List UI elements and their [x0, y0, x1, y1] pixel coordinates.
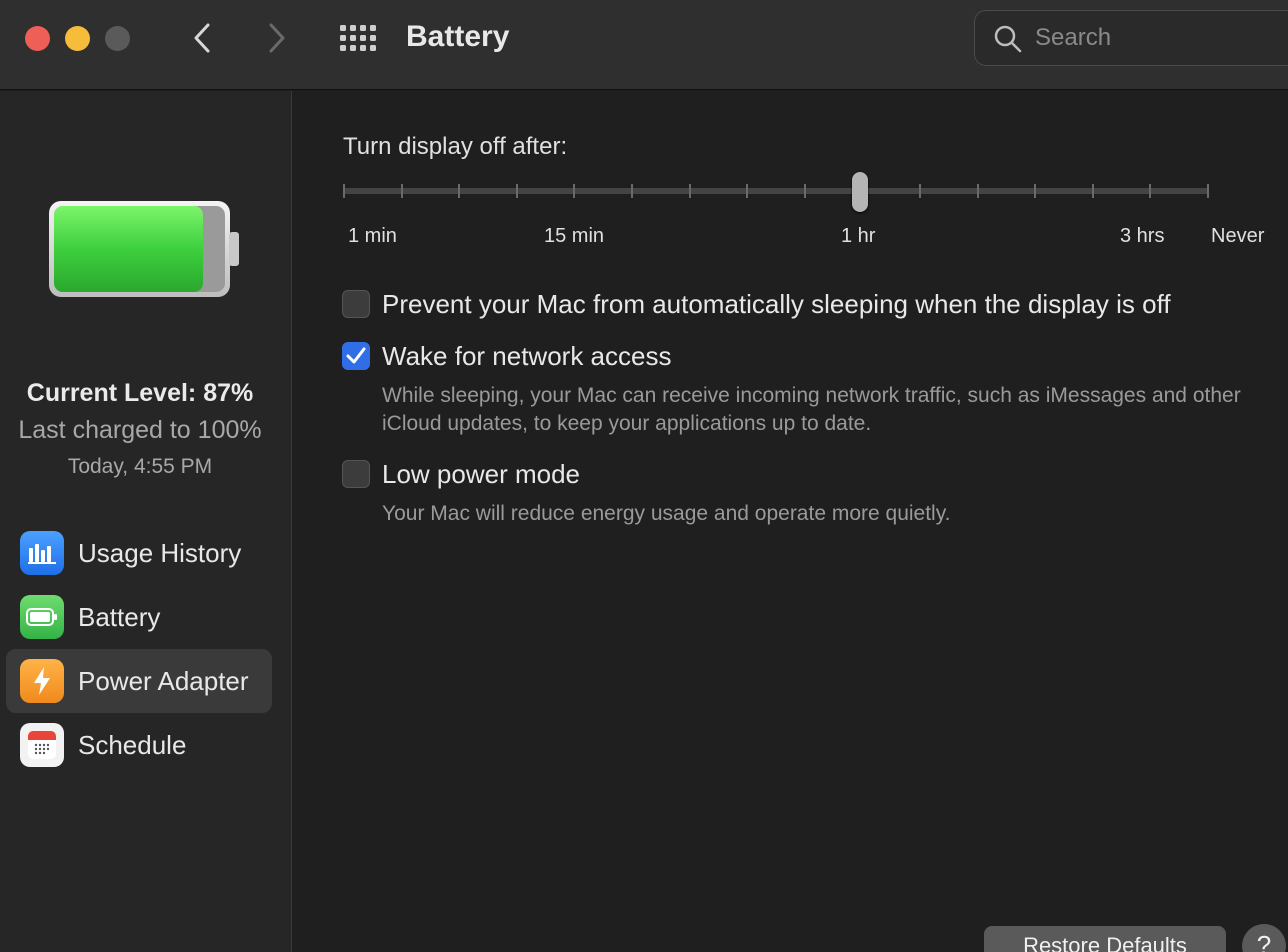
slider-tick: [919, 184, 921, 198]
tick-label-3-hrs: 3 hrs: [1120, 225, 1165, 247]
low-power-description: Your Mac will reduce energy usage and op…: [382, 502, 951, 525]
slider-tick: [400, 184, 403, 198]
close-icon[interactable]: [25, 26, 50, 51]
help-button[interactable]: ?: [1242, 924, 1286, 952]
prevent-sleep-checkbox[interactable]: [342, 290, 370, 318]
search-input[interactable]: [1035, 23, 1285, 53]
slider-tick: [688, 184, 691, 198]
last-charged-time: Today, 4:55 PM: [67, 455, 213, 478]
sidebar-item-power-adapter[interactable]: Power Adapter: [6, 649, 272, 713]
battery-icon: [20, 595, 64, 639]
sidebar: Current Level: 87% Last charged to 100% …: [0, 91, 292, 952]
forward-button[interactable]: [257, 20, 297, 56]
sidebar-item-label: Battery: [78, 601, 161, 632]
slider-tick: [976, 184, 979, 198]
sidebar-item-label: Usage History: [78, 537, 242, 568]
sidebar-item-label: Schedule: [78, 729, 187, 760]
tick-label-15-min: 15 min: [544, 225, 605, 247]
show-all-button[interactable]: [338, 23, 378, 53]
window-title: Battery: [406, 20, 510, 53]
back-button[interactable]: [182, 20, 222, 56]
search-field[interactable]: [974, 10, 1288, 66]
slider-tick: [1207, 184, 1209, 198]
title-bar: Battery: [0, 0, 1288, 90]
chevron-left-icon: [194, 23, 210, 53]
slider-tick: [343, 184, 345, 198]
slider-tick: [1149, 184, 1152, 198]
slider-tick: [515, 184, 518, 198]
slider-tick: [458, 184, 461, 198]
minimize-icon[interactable]: [65, 26, 90, 51]
checkmark-icon: [346, 347, 366, 364]
low-power-label: Low power mode: [382, 459, 580, 489]
search-icon: [994, 25, 1022, 53]
sidebar-item-battery[interactable]: Battery: [6, 585, 272, 649]
slider-tick: [1034, 184, 1037, 198]
tick-label-1-min: 1 min: [348, 225, 397, 247]
zoom-icon[interactable]: [105, 26, 130, 51]
bar-chart-icon: [20, 531, 64, 575]
slider-tick: [631, 184, 633, 198]
lightning-icon: [20, 659, 64, 703]
last-charged: Last charged to 100%: [18, 416, 262, 444]
slider-tick: [1091, 184, 1094, 198]
low-power-checkbox[interactable]: [342, 460, 370, 488]
display-off-slider-thumb[interactable]: [852, 172, 868, 212]
slider-tick: [803, 184, 806, 198]
tick-label-never: Never: [1211, 225, 1265, 247]
wake-network-checkbox[interactable]: [342, 342, 370, 370]
sidebar-item-usage-history[interactable]: Usage History: [6, 521, 272, 585]
display-off-slider-label: Turn display off after:: [343, 133, 568, 160]
sidebar-item-schedule[interactable]: Schedule: [6, 713, 272, 777]
wake-network-description: While sleeping, your Mac can receive inc…: [382, 384, 1241, 435]
current-level: Current Level: 87%: [26, 379, 254, 407]
wake-network-label: Wake for network access: [382, 341, 672, 371]
calendar-icon: [20, 723, 64, 767]
sidebar-item-label: Power Adapter: [78, 665, 249, 696]
main-pane: Turn display off after: 1 min 15 min 1 h…: [293, 91, 1288, 952]
chevron-right-icon: [269, 23, 285, 53]
prevent-sleep-label: Prevent your Mac from automatically slee…: [382, 289, 1171, 319]
grid-icon: [340, 25, 376, 51]
restore-defaults-button[interactable]: Restore Defaults: [984, 926, 1226, 952]
slider-tick: [573, 184, 576, 198]
battery-level-graphic: [49, 201, 239, 297]
display-off-slider-track[interactable]: [343, 188, 1209, 194]
tick-label-1-hr: 1 hr: [841, 225, 876, 247]
slider-tick: [746, 184, 749, 198]
